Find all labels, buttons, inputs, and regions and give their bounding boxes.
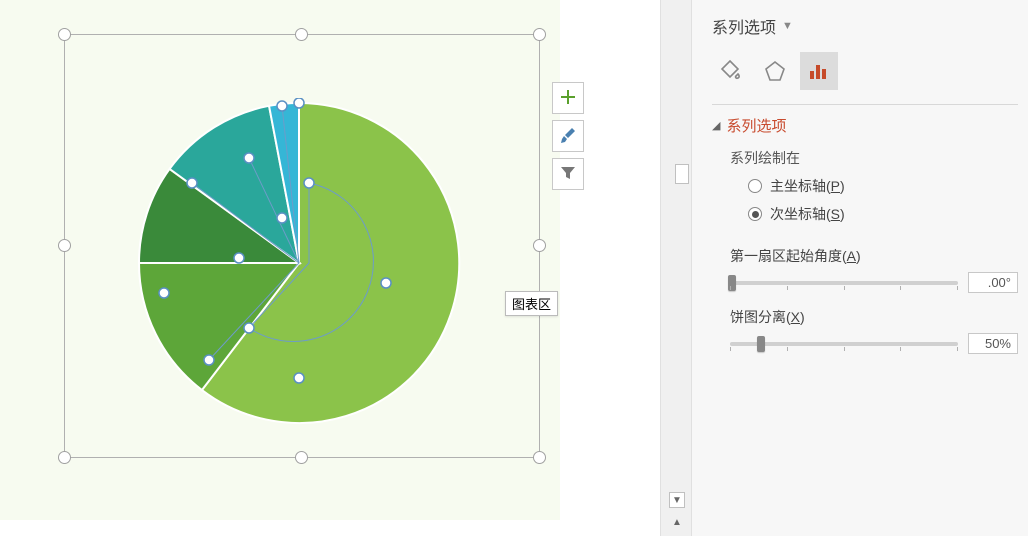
- scrollbar-thumb[interactable]: [675, 164, 689, 184]
- resize-handle[interactable]: [58, 451, 71, 464]
- funnel-icon: [560, 165, 576, 184]
- pie-explosion-label: 饼图分离(X): [730, 307, 1018, 327]
- pie-explosion-slider[interactable]: [730, 342, 958, 346]
- secondary-axis-radio-label: 次坐标轴(S): [770, 204, 845, 224]
- plus-icon: [560, 89, 576, 108]
- format-pane: 系列选项 ▼ ◢ 系列选项 系列绘制在 主坐标轴(P): [692, 0, 1028, 536]
- primary-axis-radio-label: 主坐标轴(P): [770, 176, 845, 196]
- effects-tab[interactable]: [756, 52, 794, 90]
- resize-handle[interactable]: [58, 28, 71, 41]
- series-options-tab[interactable]: [800, 52, 838, 90]
- resize-handle[interactable]: [533, 239, 546, 252]
- series-options-section-header[interactable]: ◢ 系列选项: [712, 115, 1018, 136]
- vertical-scrollbar[interactable]: ▼ ▲: [660, 0, 692, 536]
- resize-handle[interactable]: [533, 28, 546, 41]
- first-sector-angle-slider[interactable]: [730, 281, 958, 285]
- first-sector-angle-control: 第一扇区起始角度(A) .00°: [730, 246, 1018, 293]
- scroll-down-button[interactable]: ▼: [669, 492, 685, 508]
- pie-chart[interactable]: [134, 98, 464, 428]
- chart-filters-button[interactable]: [552, 158, 584, 190]
- plot-series-on-group: 系列绘制在 主坐标轴(P) 次坐标轴(S): [730, 148, 1018, 232]
- add-chart-element-button[interactable]: [552, 82, 584, 114]
- chevron-down-icon: ▼: [782, 20, 793, 32]
- primary-axis-radio-row[interactable]: 主坐标轴(P): [748, 176, 1018, 196]
- resize-handle[interactable]: [533, 451, 546, 464]
- collapse-caret-icon: ◢: [712, 119, 720, 132]
- radio-icon: [748, 207, 762, 221]
- secondary-axis-radio-row[interactable]: 次坐标轴(S): [748, 204, 1018, 224]
- format-pane-title-text: 系列选项: [712, 14, 776, 38]
- series-options-section-title: 系列选项: [726, 115, 786, 136]
- scroll-to-top-button[interactable]: ▲: [669, 514, 685, 530]
- radio-icon: [748, 179, 762, 193]
- chart-context-buttons: [552, 82, 584, 190]
- pie-explosion-value-input[interactable]: 50%: [968, 333, 1018, 354]
- fill-and-line-tab[interactable]: [712, 52, 750, 90]
- first-sector-angle-value-input[interactable]: .00°: [968, 272, 1018, 293]
- paintbrush-icon: [560, 127, 576, 146]
- resize-handle[interactable]: [295, 28, 308, 41]
- divider: [712, 104, 1018, 105]
- format-pane-category-tabs: [712, 52, 1018, 90]
- resize-handle[interactable]: [295, 451, 308, 464]
- first-sector-angle-label: 第一扇区起始角度(A): [730, 246, 1018, 266]
- plot-series-on-label: 系列绘制在: [730, 148, 1018, 168]
- chart-area-tooltip: 图表区: [505, 291, 558, 316]
- chart-canvas-area: 图表区: [0, 0, 660, 536]
- pie-explosion-control: 饼图分离(X) 50%: [730, 307, 1018, 354]
- chart-styles-button[interactable]: [552, 120, 584, 152]
- resize-handle[interactable]: [58, 239, 71, 252]
- format-pane-title[interactable]: 系列选项 ▼: [712, 14, 1018, 38]
